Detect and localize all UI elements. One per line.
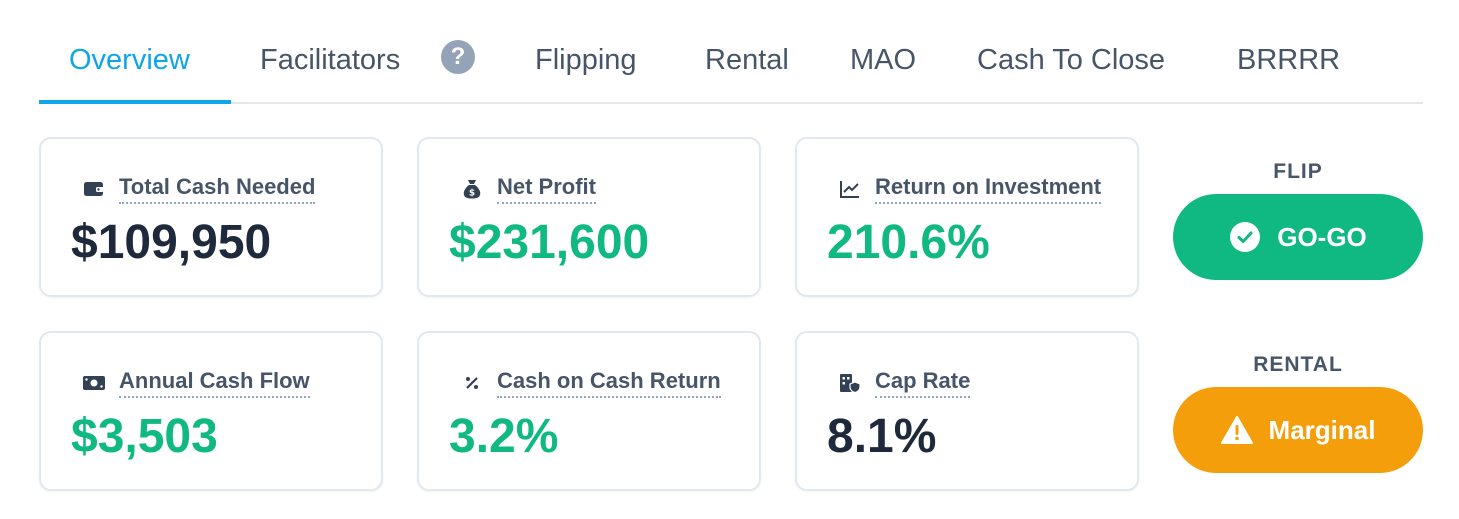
rental-verdict-badge[interactable]: Marginal — [1173, 387, 1423, 473]
tab-overview[interactable]: Overview — [69, 40, 190, 100]
metric-label[interactable]: Cap Rate — [875, 368, 971, 398]
active-tab-underline — [39, 100, 231, 104]
metric-label[interactable]: Annual Cash Flow — [119, 368, 310, 398]
check-circle-icon — [1229, 221, 1261, 253]
metric-label[interactable]: Net Profit — [497, 174, 596, 204]
tab-brrrr[interactable]: BRRRR — [1237, 40, 1340, 100]
tab-cash-to-close[interactable]: Cash To Close — [977, 40, 1165, 100]
metric-value: 8.1% — [827, 410, 937, 463]
help-icon[interactable]: ? — [441, 40, 475, 74]
wallet-icon — [83, 178, 105, 200]
cash-bill-icon — [83, 372, 105, 394]
flip-verdict-label: GO-GO — [1277, 221, 1367, 252]
metric-card-annual-cash-flow: Annual Cash Flow $3,503 — [39, 331, 383, 491]
metric-value: $3,503 — [71, 410, 218, 463]
metric-label[interactable]: Return on Investment — [875, 174, 1102, 204]
warning-icon — [1220, 414, 1253, 446]
tab-rental[interactable]: Rental — [705, 40, 789, 100]
rental-verdict-label: Marginal — [1268, 414, 1376, 445]
metric-label[interactable]: Cash on Cash Return — [497, 368, 721, 398]
tab-facilitators[interactable]: Facilitators — [260, 40, 400, 100]
metric-value: $231,600 — [449, 216, 650, 269]
metric-card-cap-rate: Cap Rate 8.1% — [795, 331, 1139, 491]
flip-verdict-badge[interactable]: GO-GO — [1173, 194, 1423, 280]
metric-card-total-cash-needed: Total Cash Needed $109,950 — [39, 137, 383, 297]
flip-verdict-title: FLIP — [1273, 160, 1323, 183]
svg-text:$: $ — [469, 189, 475, 199]
tab-flipping[interactable]: Flipping — [535, 40, 637, 100]
tab-mao[interactable]: MAO — [850, 40, 916, 100]
metric-value: $109,950 — [71, 216, 272, 269]
building-shield-icon — [839, 372, 861, 394]
tab-bar: Overview Facilitators ? Flipping Rental … — [39, 28, 1423, 104]
metric-label[interactable]: Total Cash Needed — [119, 174, 316, 204]
rental-verdict-title: RENTAL — [1253, 353, 1343, 376]
chart-line-icon — [839, 178, 861, 200]
metric-value: 3.2% — [449, 410, 559, 463]
metric-card-net-profit: $ Net Profit $231,600 — [417, 137, 761, 297]
metric-card-cash-on-cash-return: Cash on Cash Return 3.2% — [417, 331, 761, 491]
money-bag-icon: $ — [461, 178, 483, 200]
metric-card-return-on-investment: Return on Investment 210.6% — [795, 137, 1139, 297]
percent-icon — [461, 372, 483, 394]
metric-value: 210.6% — [827, 216, 990, 269]
